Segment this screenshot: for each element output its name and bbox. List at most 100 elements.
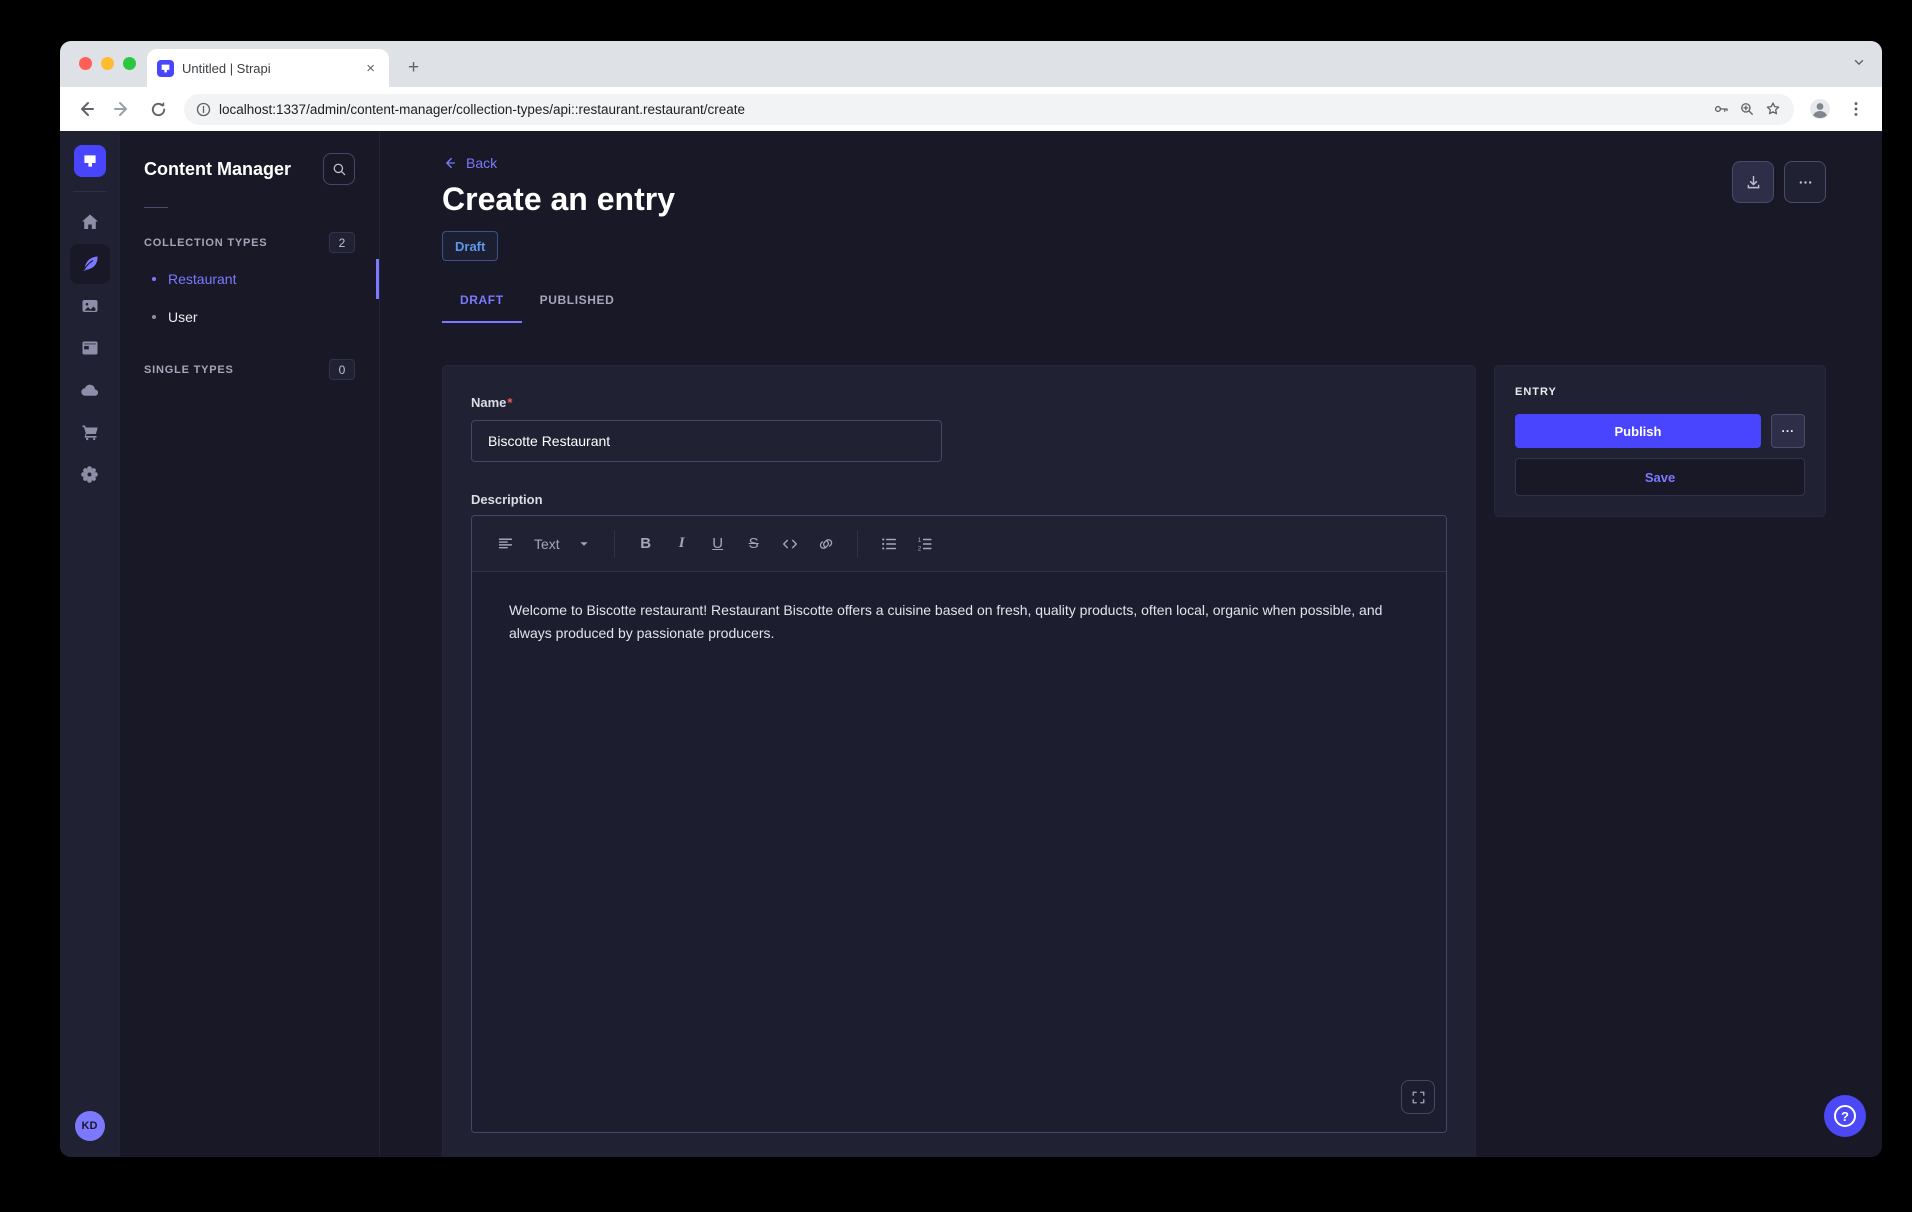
- nav-content-manager-icon[interactable]: [70, 244, 110, 284]
- bulleted-list-icon[interactable]: [874, 529, 904, 559]
- tab-title: Untitled | Strapi: [182, 61, 354, 76]
- draft-status-badge: Draft: [442, 231, 498, 261]
- strapi-logo[interactable]: [74, 145, 106, 177]
- reload-icon[interactable]: [142, 93, 174, 125]
- browser-profile-icon[interactable]: [1804, 93, 1836, 125]
- back-nav-icon[interactable]: [70, 93, 102, 125]
- user-avatar[interactable]: KD: [75, 1111, 105, 1141]
- sidebar-item-restaurant[interactable]: Restaurant: [120, 261, 379, 297]
- entry-panel-title: ENTRY: [1515, 386, 1805, 398]
- help-button[interactable]: ?: [1824, 1095, 1866, 1137]
- save-button[interactable]: Save: [1515, 458, 1805, 496]
- tab-draft[interactable]: DRAFT: [442, 279, 522, 323]
- text-style-select[interactable]: Text: [526, 528, 598, 560]
- single-types-count-badge: 0: [329, 359, 355, 380]
- align-icon[interactable]: [490, 529, 520, 559]
- back-arrow-icon: [442, 155, 458, 171]
- zoom-in-icon[interactable]: [1738, 100, 1756, 118]
- bookmark-star-icon[interactable]: [1764, 100, 1782, 118]
- rich-text-editor: Text B I U S: [471, 515, 1447, 1133]
- toolbar-separator: [857, 531, 858, 557]
- nav-marketplace-icon[interactable]: [70, 412, 110, 452]
- strikethrough-button[interactable]: S: [739, 529, 769, 559]
- maximize-window-button[interactable]: [123, 57, 136, 70]
- subnav-divider: [144, 207, 168, 208]
- name-field-label: Name*: [471, 395, 512, 410]
- forward-nav-icon[interactable]: [106, 93, 138, 125]
- ellipsis-icon: [1797, 174, 1814, 191]
- header-more-button[interactable]: [1784, 161, 1826, 203]
- content-manager-subnav: Content Manager COLLECTION TYPES 2 Resta…: [120, 131, 380, 1157]
- back-label: Back: [466, 155, 497, 171]
- fullscreen-icon: [1411, 1090, 1426, 1105]
- browser-toolbar: localhost:1337/admin/content-manager/col…: [60, 87, 1882, 131]
- single-types-header: SINGLE TYPES 0: [120, 353, 379, 386]
- nav-settings-icon[interactable]: [70, 454, 110, 494]
- publish-button[interactable]: Publish: [1515, 414, 1761, 448]
- back-link[interactable]: Back: [442, 155, 497, 171]
- header-actions: [1732, 161, 1826, 203]
- svg-text:2: 2: [917, 545, 921, 552]
- text-style-value: Text: [534, 536, 560, 552]
- export-button[interactable]: [1732, 161, 1774, 203]
- password-key-icon[interactable]: [1712, 100, 1730, 118]
- underline-button[interactable]: U: [703, 529, 733, 559]
- entry-panel: ENTRY Publish ... Save: [1494, 365, 1826, 517]
- editor-toolbar: Text B I U S: [472, 516, 1446, 572]
- nav-content-type-builder-icon[interactable]: [70, 328, 110, 368]
- collection-types-header: COLLECTION TYPES 2: [120, 226, 379, 259]
- single-types-label: SINGLE TYPES: [144, 364, 234, 376]
- name-input[interactable]: [471, 420, 942, 462]
- tab-close-icon[interactable]: ×: [362, 59, 379, 78]
- entry-more-button[interactable]: ...: [1771, 414, 1805, 448]
- nav-home-icon[interactable]: [70, 202, 110, 242]
- code-icon[interactable]: [775, 529, 805, 559]
- entry-form-card: Name* Description Text: [442, 365, 1476, 1157]
- description-text[interactable]: Welcome to Biscotte restaurant! Restaura…: [509, 599, 1409, 644]
- nav-cloud-icon[interactable]: [70, 370, 110, 410]
- version-tabs: DRAFT PUBLISHED: [442, 279, 1826, 323]
- browser-window: Untitled | Strapi × + localhost:1337/adm…: [60, 41, 1882, 1157]
- collection-types-count-badge: 2: [329, 232, 355, 253]
- italic-button[interactable]: I: [667, 529, 697, 559]
- expand-editor-button[interactable]: [1401, 1080, 1435, 1114]
- close-window-button[interactable]: [79, 57, 92, 70]
- subnav-title: Content Manager: [144, 159, 291, 180]
- question-mark-icon: ?: [1834, 1105, 1856, 1127]
- editor-body[interactable]: Welcome to Biscotte restaurant! Restaura…: [472, 572, 1446, 1132]
- numbered-list-icon[interactable]: 12: [910, 529, 940, 559]
- page-title: Create an entry: [442, 181, 1826, 218]
- download-icon: [1745, 174, 1762, 191]
- minimize-window-button[interactable]: [101, 57, 114, 70]
- traffic-lights: [79, 57, 136, 70]
- link-icon[interactable]: [811, 529, 841, 559]
- main-nav: KD: [60, 131, 120, 1157]
- browser-tabstrip: Untitled | Strapi × +: [60, 41, 1882, 87]
- tab-search-chevron-icon[interactable]: [1852, 55, 1866, 69]
- url-bar[interactable]: localhost:1337/admin/content-manager/col…: [184, 94, 1794, 125]
- sidebar-item-label: User: [168, 309, 198, 325]
- strapi-favicon-icon: [157, 60, 174, 77]
- bullet-icon: [152, 277, 156, 281]
- tab-published[interactable]: PUBLISHED: [522, 279, 633, 323]
- site-info-icon[interactable]: [196, 102, 211, 117]
- nav-divider: [73, 191, 107, 192]
- bullet-icon: [152, 315, 156, 319]
- svg-text:1: 1: [917, 536, 921, 543]
- search-button[interactable]: [323, 153, 355, 185]
- strapi-app: KD Content Manager COLLECTION TYPES 2 Re…: [60, 131, 1882, 1157]
- main-content: Back Create an entry Draft DRAFT PUBLISH…: [380, 131, 1882, 1157]
- nav-media-library-icon[interactable]: [70, 286, 110, 326]
- browser-tab[interactable]: Untitled | Strapi ×: [147, 49, 389, 87]
- sidebar-item-label: Restaurant: [168, 271, 236, 287]
- collection-types-label: COLLECTION TYPES: [144, 237, 267, 249]
- chevron-down-icon: [578, 538, 590, 550]
- browser-menu-icon[interactable]: [1840, 93, 1872, 125]
- bold-button[interactable]: B: [631, 529, 661, 559]
- toolbar-separator: [614, 531, 615, 557]
- sidebar-item-user[interactable]: User: [120, 299, 379, 335]
- description-field-label: Description: [471, 492, 1447, 507]
- url-text[interactable]: localhost:1337/admin/content-manager/col…: [219, 102, 1704, 117]
- required-asterisk: *: [507, 395, 512, 410]
- new-tab-button[interactable]: +: [401, 56, 426, 79]
